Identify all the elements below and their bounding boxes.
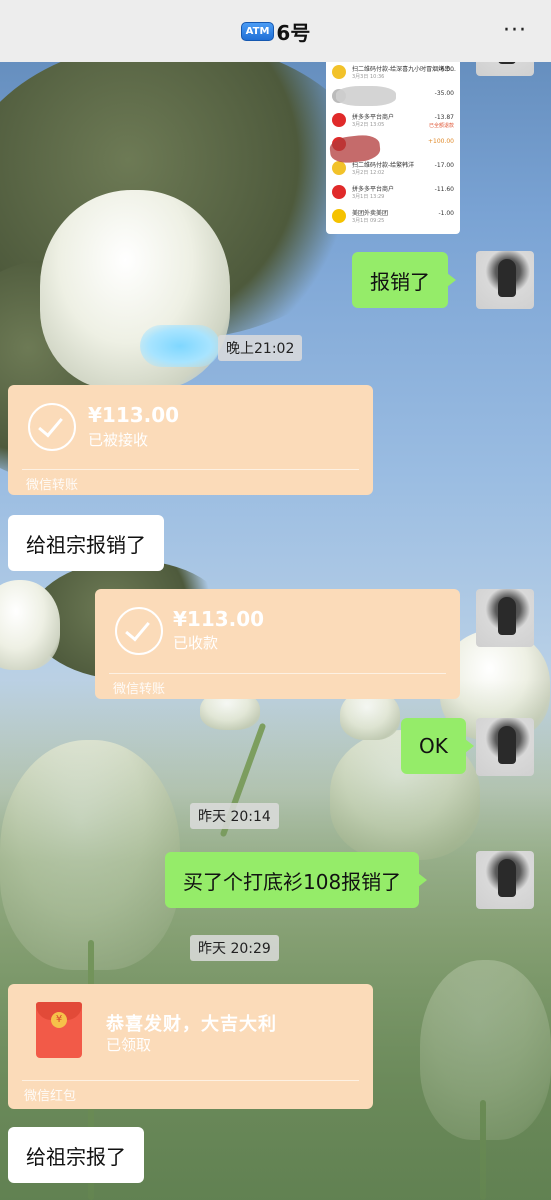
receipt-merchant: 拼多多平台商户 <box>352 114 395 121</box>
red-packet-status: 已领取 <box>106 1036 152 1054</box>
receipt-merchant: 美团外卖美团 <box>352 210 389 217</box>
receipt-row: 扫二维码付款-给深喜九小时冒烟烤串... 3月3日 10:36 -6.00 <box>326 62 460 84</box>
incoming-message[interactable]: 给祖宗报销了 <box>8 515 164 571</box>
redaction-scribble <box>336 86 396 106</box>
receipt-row: 拼多多平台商户 3月1日 13:29 -11.60 <box>326 182 460 204</box>
outgoing-message[interactable]: 买了个打底衫108报销了 <box>165 852 428 908</box>
receipt-date: 3月2日 12:02 <box>352 170 385 176</box>
check-circle-icon <box>28 403 76 451</box>
check-circle-icon <box>115 607 163 655</box>
message-text: 给祖宗报了 <box>26 1144 126 1169</box>
receipt-date: 3月3日 10:36 <box>352 74 385 80</box>
payment-receipt-image[interactable]: 扫二维码付款-给深喜九小时冒烟烤串... 3月3日 10:36 -6.00 -35.0… <box>326 56 460 234</box>
receipt-amount: -1.00 <box>438 210 454 217</box>
message-list[interactable]: 扫二维码付款-给深喜九小时冒烟烤串... 3月3日 10:36 -6.00 -35.0… <box>0 0 551 1200</box>
receipt-row: 拼多多平台商户 3月2日 13:05 -13.87 已全额退款 <box>326 110 460 132</box>
receipt-amount: -17.00 <box>434 162 454 169</box>
contact-name: 6号 <box>276 20 311 45</box>
more-options-icon[interactable]: ··· <box>503 18 527 43</box>
avatar[interactable] <box>476 589 534 647</box>
merchant-icon <box>332 65 346 79</box>
receipt-amount: -35.00 <box>434 90 454 97</box>
red-packet-icon <box>36 1002 82 1058</box>
transfer-footer: 微信转账 <box>26 478 79 493</box>
transfer-amount: ¥113.00 <box>88 403 180 427</box>
receipt-date: 3月2日 13:05 <box>352 122 385 128</box>
outgoing-message[interactable]: 报销了 <box>352 252 456 308</box>
receipt-amount: +100.00 <box>427 138 454 145</box>
avatar[interactable] <box>476 251 534 309</box>
outgoing-message[interactable]: OK <box>401 718 474 774</box>
transfer-status: 已被接收 <box>88 431 149 449</box>
receipt-merchant: 拼多多平台商户 <box>352 186 395 193</box>
message-text: 买了个打底衫108报销了 <box>183 869 402 894</box>
transfer-footer: 微信转账 <box>113 682 166 697</box>
incoming-message[interactable]: 给祖宗报了 <box>8 1127 144 1183</box>
chat-header: ATM 6号 ··· <box>0 0 551 62</box>
receipt-date: 3月1日 13:29 <box>352 194 385 200</box>
message-text: OK <box>419 734 448 758</box>
message-timestamp: 晚上21:02 <box>218 335 303 361</box>
transfer-amount: ¥113.00 <box>173 607 265 631</box>
transfer-status: 已收款 <box>173 634 219 652</box>
merchant-icon <box>332 209 346 223</box>
receipt-amount: -11.60 <box>434 186 454 193</box>
avatar[interactable] <box>476 718 534 776</box>
merchant-icon <box>332 185 346 199</box>
receipt-amount: -6.00 <box>438 66 454 73</box>
receipt-amount: -13.87 <box>434 114 454 121</box>
message-timestamp: 昨天 20:29 <box>190 935 279 961</box>
transfer-card-collected[interactable]: ¥113.00 已收款 微信转账 <box>95 589 460 699</box>
card-divider <box>22 1080 359 1081</box>
red-packet-card[interactable]: 恭喜发财，大吉大利 已领取 微信红包 <box>8 984 373 1109</box>
card-divider <box>22 469 359 470</box>
receipt-tag: 已全额退款 <box>428 123 454 129</box>
card-divider <box>109 673 446 674</box>
receipt-date: 3月1日 09:25 <box>352 218 385 224</box>
avatar[interactable] <box>476 851 534 909</box>
message-text: 给祖宗报销了 <box>26 532 146 557</box>
atm-badge-icon: ATM <box>240 21 275 41</box>
message-timestamp: 昨天 20:14 <box>190 803 279 829</box>
red-packet-footer: 微信红包 <box>24 1089 77 1104</box>
chat-title: ATM 6号 <box>240 17 311 46</box>
red-packet-title: 恭喜发财，大吉大利 <box>106 1014 277 1035</box>
merchant-icon <box>332 113 346 127</box>
receipt-row: 美团外卖美团 3月1日 09:25 -1.00 <box>326 206 460 228</box>
message-text: 报销了 <box>370 269 430 294</box>
merchant-icon <box>332 161 346 175</box>
redaction-blur <box>140 325 220 367</box>
transfer-card-received[interactable]: ¥113.00 已被接收 微信转账 <box>8 385 373 495</box>
